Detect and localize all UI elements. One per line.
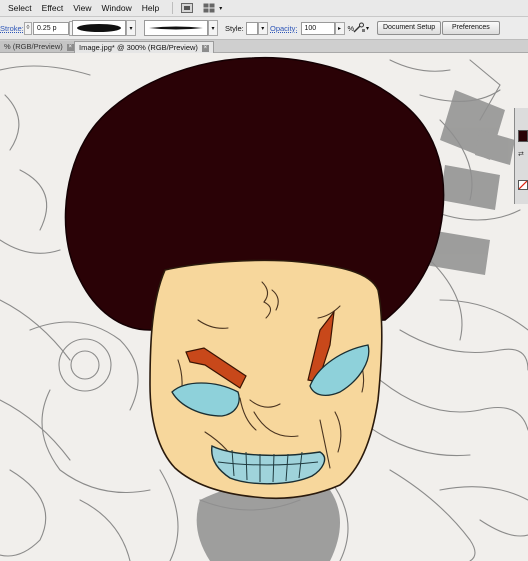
document-setup-button[interactable]: Document Setup — [377, 21, 442, 35]
preferences-button[interactable]: Preferences — [442, 21, 500, 35]
document-tab-bar: % (RGB/Preview) × Image.jpg* @ 300% (RGB/… — [0, 40, 528, 53]
width-profile-dropdown[interactable]: ▾ — [126, 20, 136, 36]
close-icon[interactable]: × — [66, 43, 74, 51]
brush-definition-dropdown[interactable]: ▾ — [208, 20, 218, 36]
stroke-weight-field[interactable]: 0.25 p — [33, 21, 69, 35]
tab-label: Image.jpg* @ 300% (RGB/Preview) — [79, 43, 198, 52]
none-swatch-icon[interactable] — [518, 180, 528, 190]
menu-separator — [172, 2, 174, 14]
artboard-canvas[interactable]: ⇄ — [0, 53, 528, 561]
recolor-artwork-icon[interactable] — [352, 22, 366, 34]
graphic-style-swatch[interactable] — [245, 21, 258, 35]
opacity-field[interactable]: 100 — [300, 21, 335, 35]
tab-label: % (RGB/Preview) — [4, 42, 63, 51]
floating-color-panel[interactable]: ⇄ — [514, 108, 528, 204]
tab-previous-document[interactable]: % (RGB/Preview) × — [0, 41, 78, 52]
tab-image-document[interactable]: Image.jpg* @ 300% (RGB/Preview) × — [74, 41, 214, 53]
artwork — [0, 53, 528, 561]
stroke-weight-stepper[interactable]: ◊ — [24, 21, 32, 35]
close-icon[interactable]: × — [201, 44, 209, 52]
brush-definition[interactable] — [144, 20, 208, 36]
menu-bar: Select Effect View Window Help ▾ — [0, 0, 528, 17]
menu-select[interactable]: Select — [0, 0, 37, 16]
control-bar: Stroke: ◊ 0.25 p ▾ ▾ ▾ Style: ▾ Opacity:… — [0, 17, 528, 40]
menu-effect[interactable]: Effect — [37, 0, 69, 16]
arrange-documents-icon[interactable] — [201, 2, 217, 14]
width-profile-icon — [77, 24, 121, 32]
brush-stroke-icon — [149, 26, 203, 30]
opacity-dropdown[interactable]: ▸ — [334, 21, 345, 35]
menu-window[interactable]: Window — [96, 0, 136, 16]
variable-width-profile[interactable] — [72, 20, 126, 36]
style-label: Style: — [225, 23, 244, 33]
menu-help[interactable]: Help — [137, 0, 164, 16]
opacity-label[interactable]: Opacity: — [270, 24, 298, 33]
swap-arrow-icon[interactable]: ⇄ — [518, 150, 524, 158]
stroke-label[interactable]: Stroke: — [0, 24, 24, 33]
chevron-down-icon[interactable]: ▾ — [219, 5, 222, 12]
graphic-style-dropdown[interactable]: ▾ — [257, 21, 268, 35]
fill-swatch-icon[interactable] — [518, 130, 528, 142]
chevron-down-icon[interactable]: ▾ — [366, 25, 369, 32]
menu-view[interactable]: View — [68, 0, 96, 16]
bridge-icon[interactable] — [179, 2, 195, 14]
